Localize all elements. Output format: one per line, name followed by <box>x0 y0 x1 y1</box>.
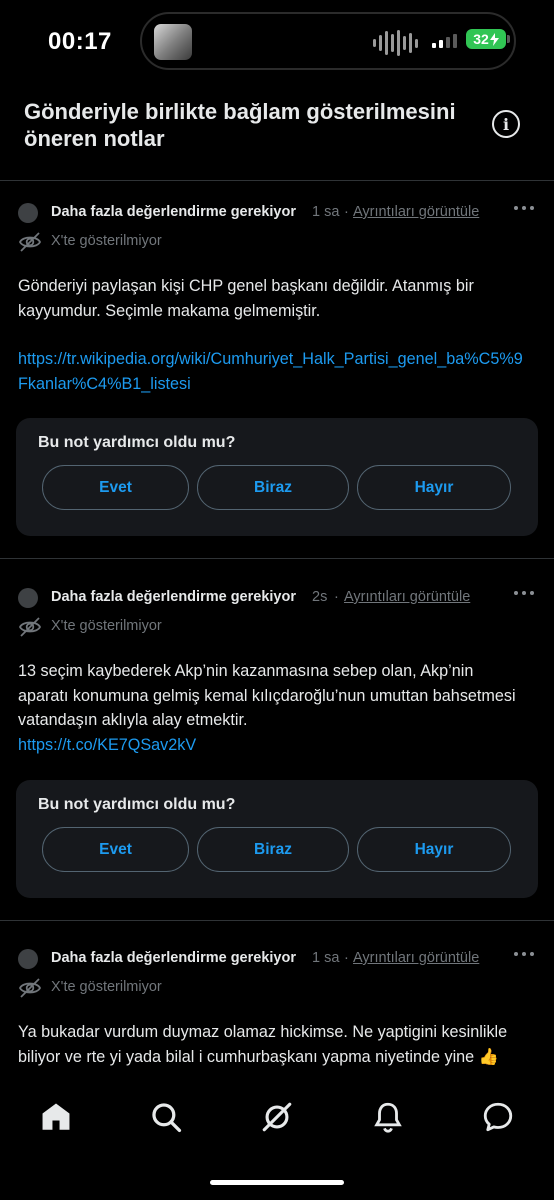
view-details-link[interactable]: Ayrıntıları görüntüle <box>353 950 479 966</box>
note-text-block: 13 seçim kaybederek Akp’nin kazanmasına … <box>18 659 528 757</box>
audio-waveform-icon <box>373 30 418 56</box>
note-status-dot-icon <box>18 949 38 969</box>
battery-level: 32 <box>473 31 489 47</box>
more-options-icon[interactable] <box>514 952 534 956</box>
visibility-label: X'te gösterilmiyor <box>51 618 162 634</box>
now-playing-artwork <box>154 24 192 60</box>
helpfulness-question: Bu not yardımcı oldu mu? <box>38 434 236 451</box>
no-button[interactable]: Hayır <box>357 827 511 872</box>
home-icon[interactable] <box>39 1100 73 1134</box>
note-text: Ya bukadar vurdum duymaz olamaz hickimse… <box>18 1023 508 1066</box>
more-options-icon[interactable] <box>514 206 534 210</box>
note-meta: Daha fazla değerlendirme gerekiyor 1 sa … <box>18 946 538 970</box>
battery-indicator: 32 <box>466 29 506 49</box>
eye-slash-icon <box>18 232 42 252</box>
page-header: Gönderiyle birlikte bağlam gösterilmesin… <box>0 88 554 180</box>
charging-bolt-icon <box>489 32 499 46</box>
yes-button[interactable]: Evet <box>42 465 189 510</box>
divider <box>0 180 554 181</box>
view-details-link[interactable]: Ayrıntıları görüntüle <box>353 204 479 220</box>
note-meta: Daha fazla değerlendirme gerekiyor 2s · … <box>18 585 538 609</box>
note-text-block: Ya bukadar vurdum duymaz olamaz hickimse… <box>18 1020 528 1069</box>
status-time: 00:17 <box>48 28 112 55</box>
helpfulness-panel: Bu not yardımcı oldu mu? Evet Biraz Hayı… <box>16 780 538 898</box>
home-indicator[interactable] <box>210 1180 344 1185</box>
separator-dot: · <box>334 589 339 605</box>
battery-tip <box>507 35 510 43</box>
visibility-label: X'te gösterilmiyor <box>51 233 162 249</box>
visibility-label: X'te gösterilmiyor <box>51 979 162 995</box>
divider <box>0 558 554 559</box>
yes-button[interactable]: Evet <box>42 827 189 872</box>
note-card: Daha fazla değerlendirme gerekiyor 1 sa … <box>0 946 554 1086</box>
note-source-link[interactable]: https://tr.wikipedia.org/wiki/Cumhuriyet… <box>18 347 528 396</box>
note-status: Daha fazla değerlendirme gerekiyor <box>51 950 296 966</box>
note-visibility: X'te gösterilmiyor <box>18 615 318 639</box>
somewhat-button[interactable]: Biraz <box>197 827 349 872</box>
separator-dot: · <box>344 950 349 966</box>
note-time: 1 sa <box>312 950 340 966</box>
note-text-block: Gönderiyi paylaşan kişi CHP genel başkan… <box>18 274 528 396</box>
helpfulness-panel: Bu not yardımcı oldu mu? Evet Biraz Hayı… <box>16 418 538 536</box>
note-card: Daha fazla değerlendirme gerekiyor 1 sa … <box>0 200 554 540</box>
note-status-dot-icon <box>18 203 38 223</box>
somewhat-button[interactable]: Biraz <box>197 465 349 510</box>
note-card: Daha fazla değerlendirme gerekiyor 2s · … <box>0 585 554 905</box>
bottom-tab-bar <box>0 1088 554 1200</box>
messages-icon[interactable] <box>481 1100 515 1134</box>
note-time: 1 sa <box>312 204 340 220</box>
note-status-dot-icon <box>18 588 38 608</box>
note-visibility: X'te gösterilmiyor <box>18 230 318 254</box>
note-visibility: X'te gösterilmiyor <box>18 976 318 1000</box>
note-status: Daha fazla değerlendirme gerekiyor <box>51 589 296 605</box>
no-button[interactable]: Hayır <box>357 465 511 510</box>
note-source-link[interactable]: https://t.co/KE7QSav2kV <box>18 733 528 758</box>
eye-slash-icon <box>18 978 42 998</box>
helpfulness-question: Bu not yardımcı oldu mu? <box>38 796 236 813</box>
divider <box>0 920 554 921</box>
note-status: Daha fazla değerlendirme gerekiyor <box>51 204 296 220</box>
cellular-signal-icon <box>432 32 457 48</box>
page-title: Gönderiyle birlikte bağlam gösterilmesin… <box>24 99 456 151</box>
note-meta: Daha fazla değerlendirme gerekiyor 1 sa … <box>18 200 538 224</box>
eye-slash-icon <box>18 617 42 637</box>
note-text: 13 seçim kaybederek Akp’nin kazanmasına … <box>18 662 516 729</box>
info-circle-icon[interactable]: i <box>492 110 520 138</box>
note-time: 2s <box>312 589 328 605</box>
view-details-link[interactable]: Ayrıntıları görüntüle <box>344 589 470 605</box>
more-options-icon[interactable] <box>514 591 534 595</box>
dynamic-island[interactable] <box>140 12 516 70</box>
search-icon[interactable] <box>149 1100 183 1134</box>
notifications-icon[interactable] <box>371 1100 405 1134</box>
note-text: Gönderiyi paylaşan kişi CHP genel başkan… <box>18 277 474 320</box>
grok-icon[interactable] <box>260 1100 294 1134</box>
status-bar: 00:17 32 <box>0 0 554 88</box>
separator-dot: · <box>344 204 349 220</box>
